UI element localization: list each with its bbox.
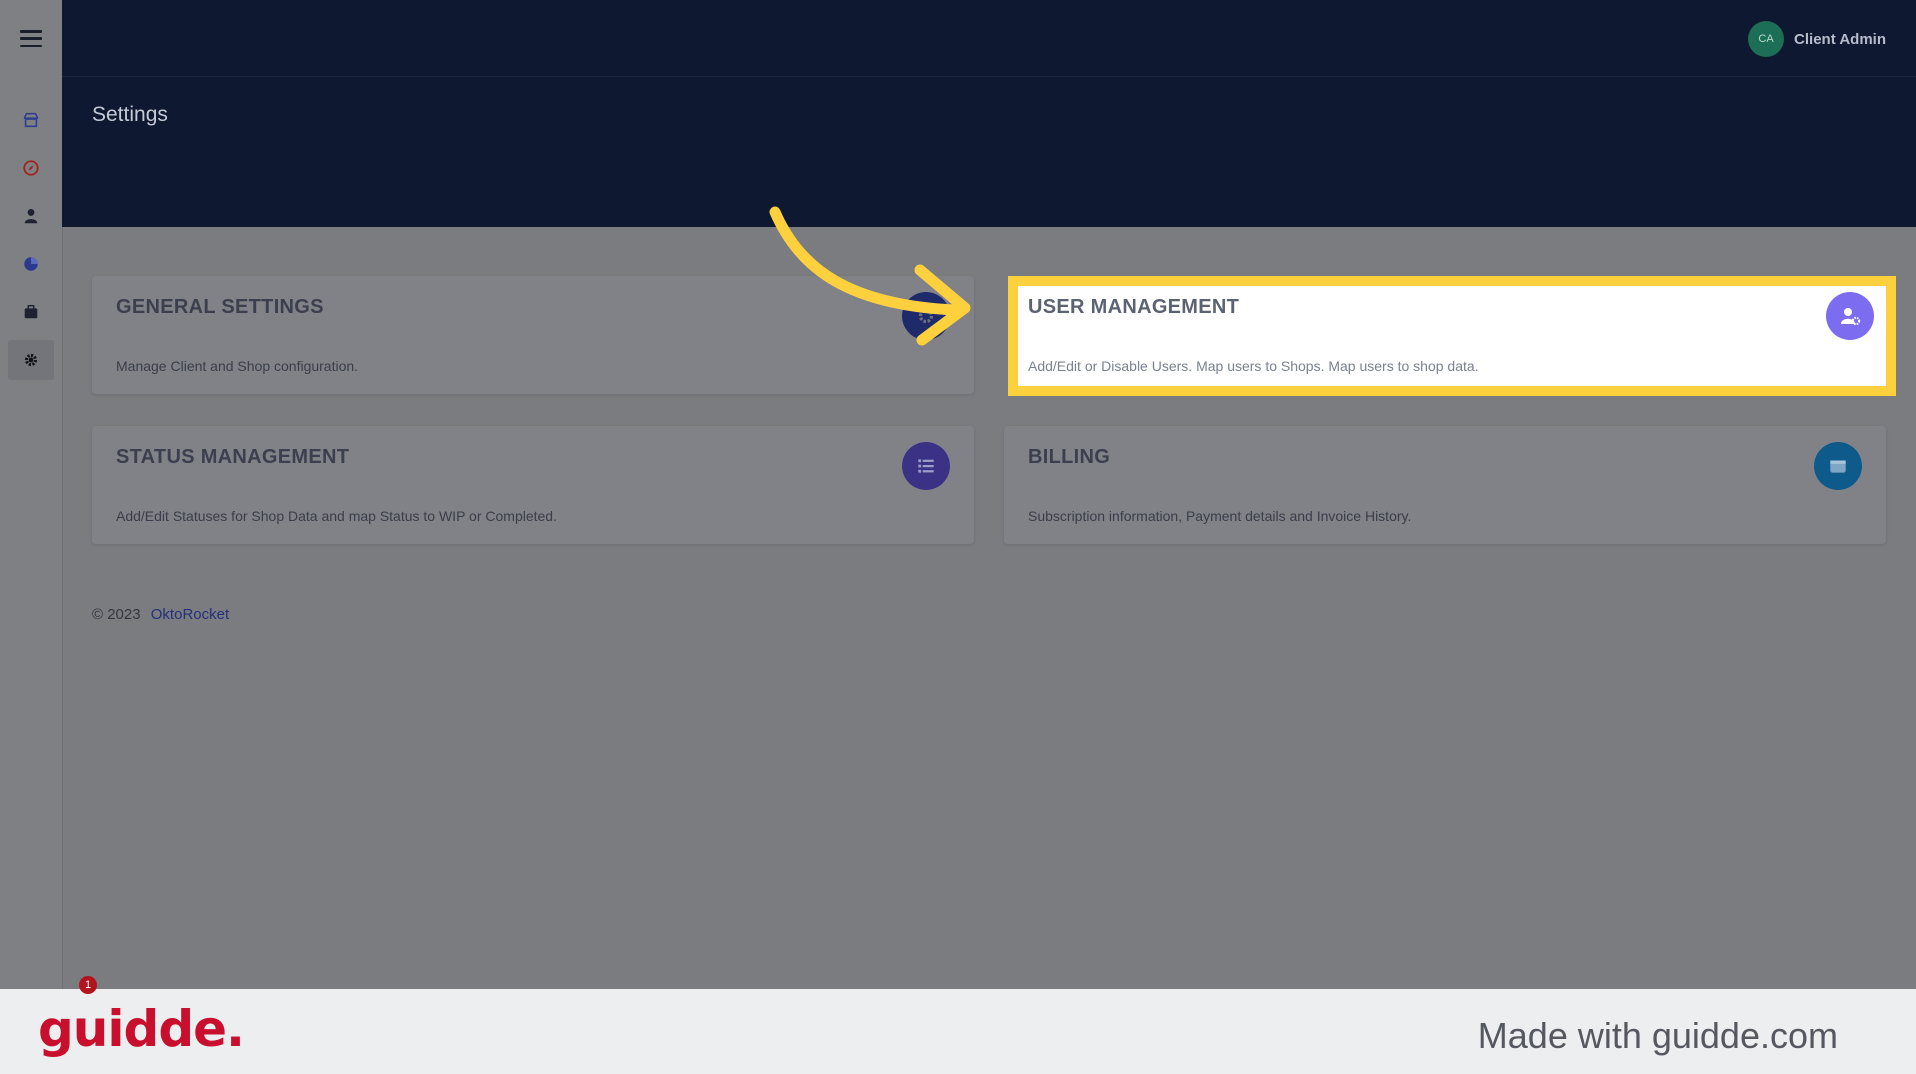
- card-description: Subscription information, Payment detail…: [1028, 508, 1412, 524]
- guidde-logo: guidde.: [38, 1000, 245, 1058]
- menu-icon[interactable]: [20, 30, 42, 47]
- sidebar-item-explore[interactable]: [8, 148, 54, 188]
- user-name: Client Admin: [1794, 30, 1886, 48]
- user-icon: [24, 208, 38, 224]
- card-title: USER MANAGEMENT: [1028, 296, 1240, 318]
- copyright: © 2023 OktoRocket: [92, 606, 229, 623]
- card-title: STATUS MANAGEMENT: [116, 446, 350, 468]
- card-title: BILLING: [1028, 446, 1111, 468]
- sidebar-item-jobs[interactable]: [8, 292, 54, 332]
- made-with-text: Made with guidde.com: [1477, 1015, 1838, 1056]
- card-billing[interactable]: BILLING Subscription information, Paymen…: [1004, 426, 1886, 544]
- avatar: CA: [1748, 21, 1785, 57]
- card-title: GENERAL SETTINGS: [116, 296, 324, 318]
- pointer-arrow: [769, 206, 971, 346]
- card-description: Add/Edit Statuses for Shop Data and map …: [116, 508, 557, 524]
- copyright-text: © 2023: [92, 606, 141, 623]
- card-status-management[interactable]: STATUS MANAGEMENT Add/Edit Statuses for …: [92, 426, 974, 544]
- card-description: Manage Client and Shop configuration.: [116, 358, 359, 374]
- header: Settings CA Client Admin: [62, 0, 1916, 227]
- briefcase-icon: [24, 304, 38, 319]
- card-description: Add/Edit or Disable Users. Map users to …: [1028, 358, 1479, 374]
- sidebar-item-shops[interactable]: [8, 100, 54, 140]
- user-menu[interactable]: CA Client Admin: [1748, 21, 1886, 57]
- card-user-management[interactable]: USER MANAGEMENT Add/Edit or Disable User…: [1008, 276, 1896, 396]
- header-divider: [62, 76, 1916, 77]
- sidebar-item-users[interactable]: [8, 196, 54, 236]
- pie-chart-icon: [24, 257, 38, 271]
- user-gear-icon: [1826, 292, 1874, 340]
- sidebar: [0, 0, 63, 989]
- brand-link[interactable]: OktoRocket: [151, 606, 229, 623]
- list-icon: [902, 442, 950, 490]
- compass-icon: [23, 160, 39, 176]
- gear-icon: [24, 353, 38, 367]
- wallet-icon: [1814, 442, 1862, 490]
- page-title: Settings: [92, 103, 168, 126]
- shop-icon: [23, 112, 39, 128]
- notification-badge[interactable]: 1: [79, 976, 97, 994]
- sidebar-item-settings[interactable]: [8, 340, 54, 380]
- sidebar-item-reports[interactable]: [8, 244, 54, 284]
